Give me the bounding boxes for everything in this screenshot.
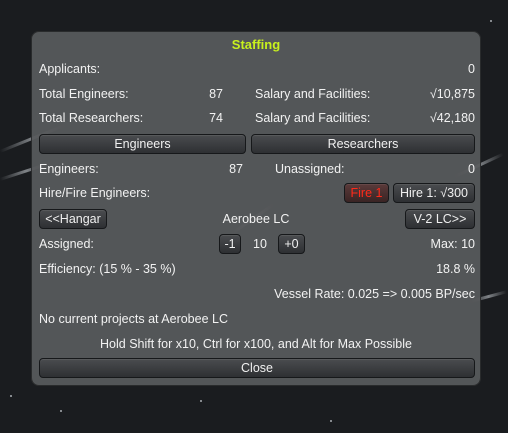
next-complex-label: V-2 LC>>: [413, 212, 467, 226]
applicants-label: Applicants:: [39, 62, 101, 76]
current-complex-name: Aerobee LC: [222, 212, 290, 226]
tab-engineers-label: Engineers: [114, 137, 171, 151]
total-researchers-label: Total Researchers:: [39, 111, 144, 125]
engineers-count: 87: [229, 162, 243, 176]
prev-complex-label: <<Hangar: [45, 212, 101, 226]
hire-button-label: Hire 1: √300: [399, 186, 468, 200]
tab-engineers[interactable]: Engineers: [39, 134, 246, 154]
increase-assigned-button[interactable]: +0: [278, 234, 305, 254]
background-dot: [330, 420, 332, 422]
engineer-salary-value: √10,875: [429, 87, 475, 101]
vessel-rate: Vessel Rate: 0.025 => 0.005 BP/sec: [274, 287, 475, 301]
unassigned-label: Unassigned:: [275, 162, 345, 176]
researcher-salary-label: Salary and Facilities:: [255, 111, 371, 125]
next-complex-button[interactable]: V-2 LC>>: [405, 209, 475, 229]
tab-researchers-label: Researchers: [327, 137, 399, 151]
max-assigned-label: Max: 10: [430, 237, 475, 251]
background-dot: [200, 400, 202, 402]
prev-complex-button[interactable]: <<Hangar: [39, 209, 107, 229]
background-dot: [490, 20, 492, 22]
projects-status: No current projects at Aerobee LC: [39, 312, 228, 326]
unassigned-value: 0: [468, 162, 475, 176]
close-button[interactable]: Close: [39, 358, 475, 378]
tab-researchers[interactable]: Researchers: [251, 134, 475, 154]
close-button-label: Close: [241, 361, 273, 375]
engineer-salary-label: Salary and Facilities:: [255, 87, 371, 101]
increase-assigned-label: +0: [284, 237, 299, 251]
efficiency-value: 18.8 %: [436, 262, 475, 276]
assigned-label: Assigned:: [39, 237, 94, 251]
fire-button-label: Fire 1: [350, 186, 383, 200]
decrease-assigned-button[interactable]: -1: [219, 234, 241, 254]
assigned-value: 10: [253, 237, 267, 251]
hire-fire-label: Hire/Fire Engineers:: [39, 186, 151, 200]
decrease-assigned-label: -1: [224, 237, 236, 251]
background-dot: [10, 395, 12, 397]
total-engineers-value: 87: [209, 87, 223, 101]
modifier-hint: Hold Shift for x10, Ctrl for x100, and A…: [100, 337, 412, 351]
hire-button[interactable]: Hire 1: √300: [393, 183, 475, 203]
efficiency-label: Efficiency: (15 % - 35 %): [39, 262, 176, 276]
total-researchers-value: 74: [209, 111, 223, 125]
total-engineers-label: Total Engineers:: [39, 87, 129, 101]
background-dot: [60, 410, 62, 412]
researcher-salary-value: √42,180: [429, 111, 475, 125]
fire-button[interactable]: Fire 1: [344, 183, 389, 203]
applicants-value: 0: [468, 62, 475, 76]
engineers-label: Engineers:: [39, 162, 99, 176]
staffing-window: Staffing Applicants: 0 Total Engineers: …: [31, 31, 481, 386]
window-title: Staffing: [231, 37, 281, 52]
